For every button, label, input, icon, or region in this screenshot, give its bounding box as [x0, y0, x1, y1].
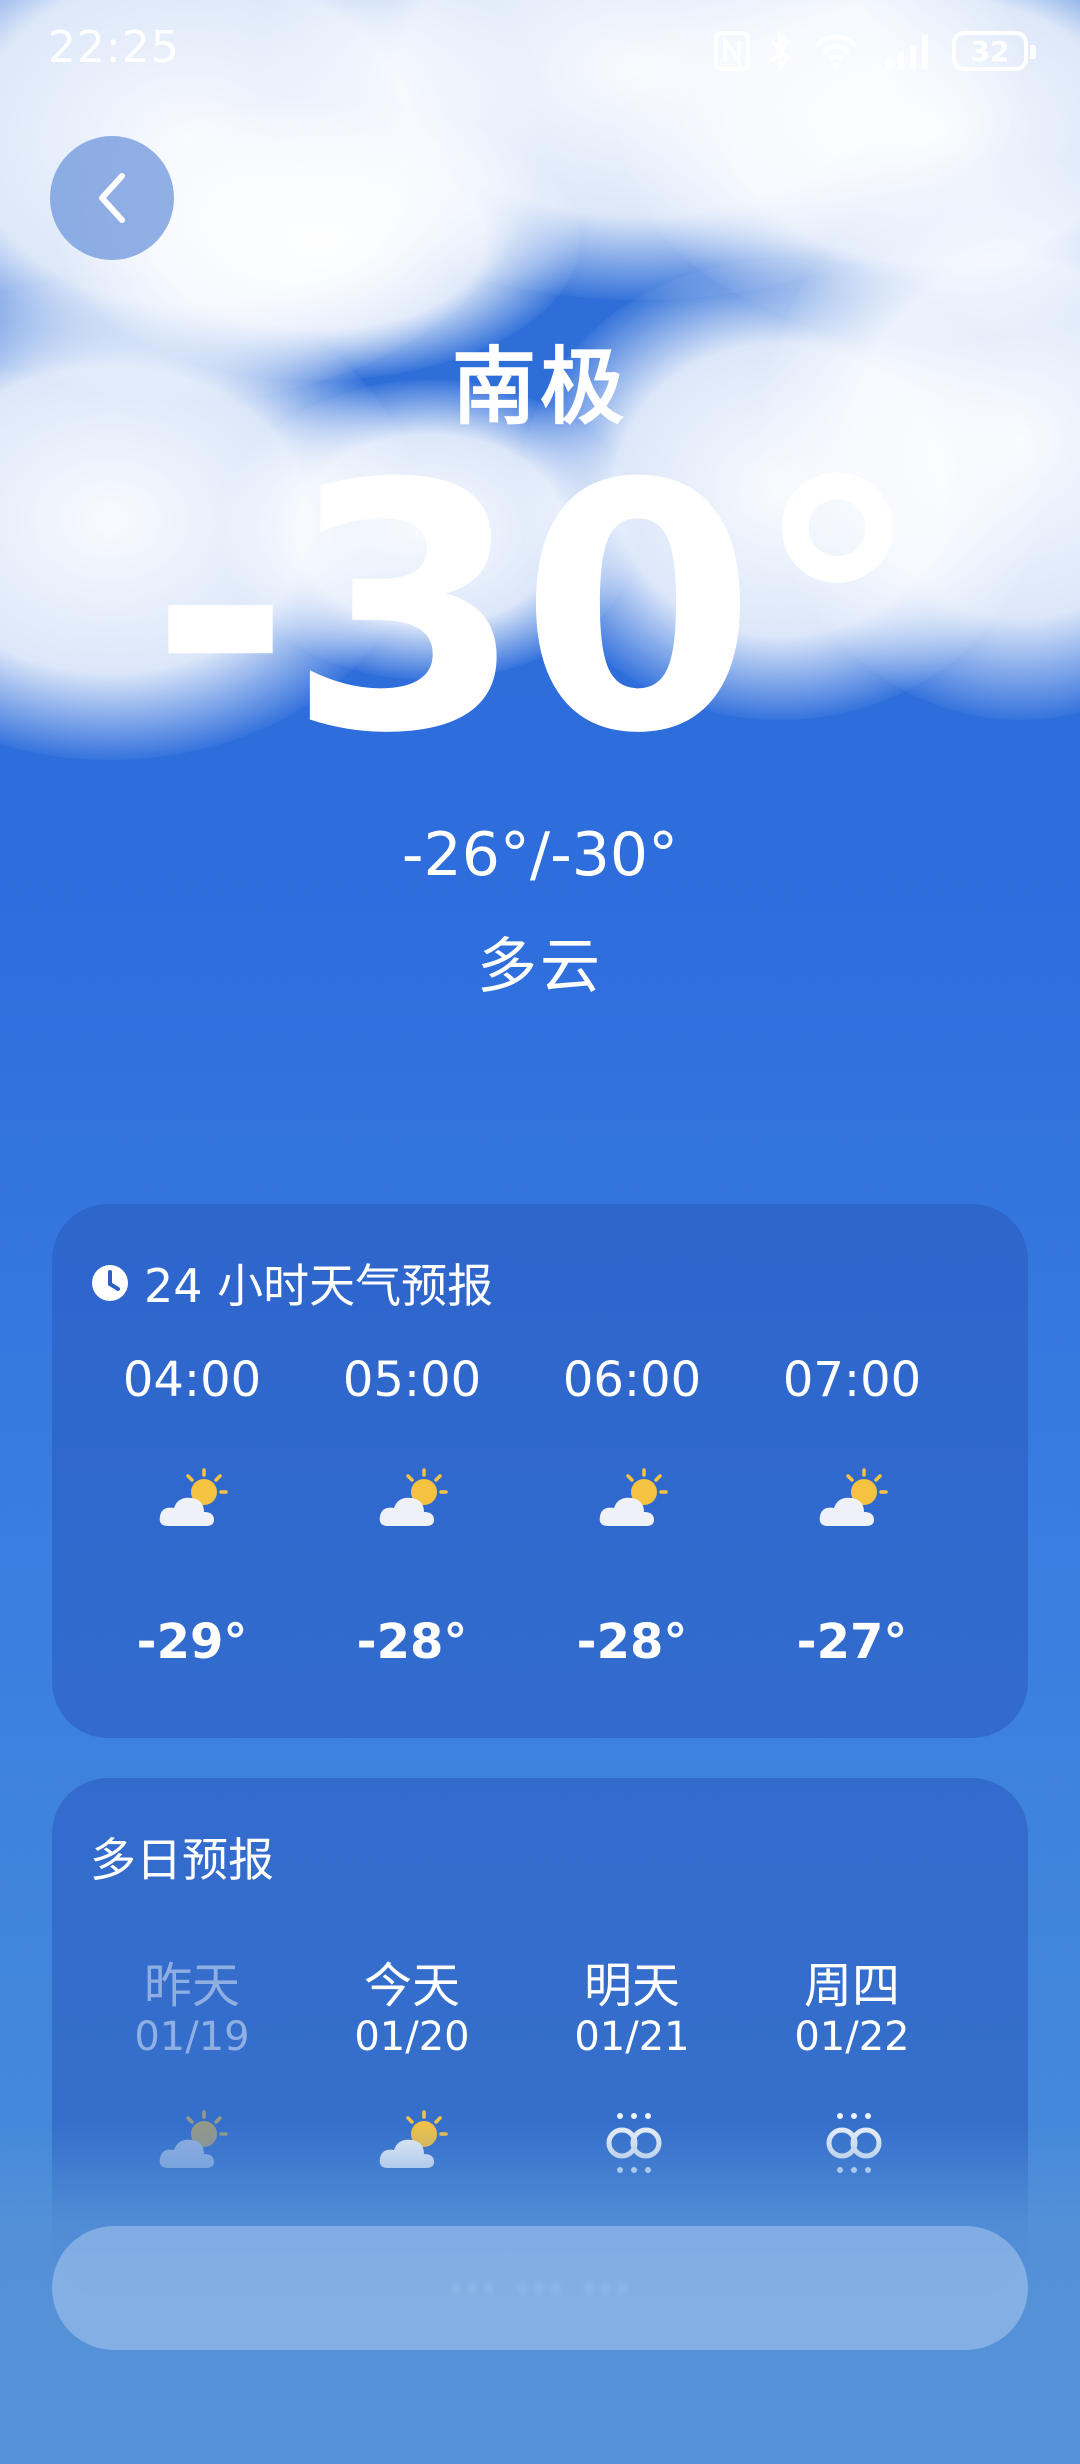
- nfc-icon: [714, 31, 750, 71]
- signal-5g-icon: [886, 35, 928, 69]
- partly-cloudy-icon: [819, 1468, 888, 1526]
- hourly-time: 07:00: [782, 1352, 922, 1408]
- hourly-list: 04:00 -29° 05:00 -28° 06:00 -28° 07:00 -…: [82, 1204, 962, 1738]
- temperature-range: -26°/-30°: [401, 820, 679, 890]
- daily-date: 01/21: [574, 2014, 690, 2060]
- hourly-temp: -27°: [796, 1614, 908, 1670]
- daily-date: 01/22: [794, 2014, 910, 2060]
- wifi-icon: [814, 35, 858, 69]
- partly-cloudy-icon: [379, 1468, 448, 1526]
- bottom-action-label: ··· ··· ···: [448, 2261, 632, 2315]
- hourly-temp: -28°: [356, 1614, 468, 1670]
- status-time: 22:25: [48, 22, 180, 73]
- hourly-item: 06:00 -28°: [522, 1204, 742, 1738]
- hourly-time: 06:00: [562, 1352, 702, 1408]
- hourly-forecast-card[interactable]: 24 小时天气预报 04:00 -29° 05:00 -28° 06:00 -2…: [52, 1204, 1028, 1738]
- back-button[interactable]: [50, 136, 174, 260]
- daily-day: 今天: [363, 1958, 460, 2014]
- hourly-item: 05:00 -28°: [302, 1204, 522, 1738]
- daily-day: 昨天: [143, 1958, 240, 2014]
- status-bar: 22:25 32: [0, 0, 1080, 100]
- partly-cloudy-icon: [159, 1468, 228, 1526]
- partly-cloudy-icon: [599, 1468, 668, 1526]
- bluetooth-icon: [770, 31, 791, 71]
- hourly-temp: -29°: [136, 1614, 248, 1670]
- current-temperature-block: -30°: [0, 430, 1080, 790]
- daily-date: 01/20: [354, 2014, 470, 2060]
- hourly-item: 07:00 -27°: [742, 1204, 962, 1738]
- daily-day: 明天: [583, 1958, 680, 2014]
- chevron-left-icon: [99, 173, 125, 223]
- hourly-time: 05:00: [342, 1352, 482, 1408]
- daily-day: 周四: [803, 1958, 900, 2014]
- current-temperature: -30°: [150, 412, 922, 808]
- status-icons: 32: [714, 26, 1036, 76]
- hourly-time: 04:00: [122, 1352, 262, 1408]
- battery-level: 32: [970, 34, 1010, 68]
- weather-condition: 多云: [477, 932, 603, 1002]
- daily-date: 01/19: [134, 2014, 250, 2060]
- hourly-temp: -28°: [576, 1614, 688, 1670]
- battery-icon: 32: [952, 31, 1036, 71]
- bottom-action-button[interactable]: ··· ··· ···: [52, 2226, 1028, 2350]
- hourly-item: 04:00 -29°: [82, 1204, 302, 1738]
